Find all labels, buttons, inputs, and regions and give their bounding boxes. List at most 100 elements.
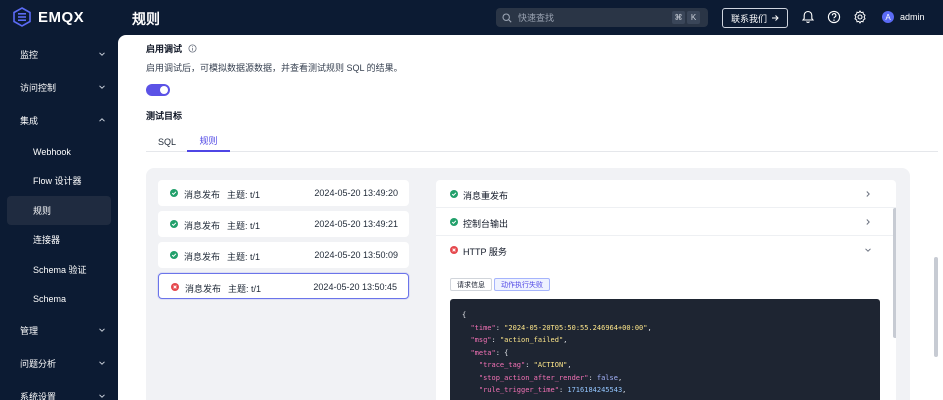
action-name: HTTP 服务 — [463, 247, 507, 257]
sidebar-item-connectors[interactable]: 连接器 — [7, 225, 111, 254]
sidebar-group-access-control[interactable]: 访问控制 — [0, 76, 118, 98]
log-topic: 主题: t/1 — [227, 221, 261, 231]
search-box[interactable]: 快速查找 ⌘ K — [496, 8, 708, 27]
debug-toggle[interactable] — [146, 84, 170, 96]
chevron-down-icon — [99, 328, 105, 332]
error-icon — [450, 246, 458, 254]
log-topic: 主题: t/1 — [227, 190, 261, 200]
log-item[interactable]: 消息发布 主题: t/1 2024-05-20 13:49:21 — [158, 211, 409, 237]
avatar[interactable]: A — [882, 11, 894, 23]
success-icon — [170, 189, 178, 197]
arrow-right-icon — [772, 15, 779, 21]
detail-scrollbar[interactable] — [893, 208, 896, 338]
log-time: 2024-05-20 13:49:20 — [314, 188, 398, 198]
bell-icon[interactable] — [801, 10, 815, 24]
sidebar-item-label: Schema — [33, 293, 67, 304]
sidebar-item-schema-validation[interactable]: Schema 验证 — [7, 255, 111, 284]
code-block[interactable]: { "time": "2024-05-20T05:50:55.246964+00… — [450, 299, 880, 400]
log-time: 2024-05-20 13:49:21 — [314, 219, 398, 229]
sidebar-group-label: 问题分析 — [20, 358, 57, 369]
log-topic: 主题: t/1 — [227, 252, 261, 262]
chevron-right-icon — [866, 191, 870, 197]
sidebar-item-label: 连接器 — [33, 235, 61, 245]
tab-action-failed[interactable]: 动作执行失败 — [494, 278, 550, 291]
shortcut-k-key: K — [687, 11, 700, 24]
sidebar-group-monitor[interactable]: 监控 — [0, 43, 118, 65]
action-name: 控制台输出 — [463, 219, 509, 229]
action-row-http[interactable]: HTTP 服务 — [436, 236, 896, 264]
debug-description: 启用调试后，可模拟数据源数据，并查看测试规则 SQL 的结果。 — [146, 63, 403, 73]
sidebar-item-rules[interactable]: 规则 — [7, 196, 111, 225]
detail-tabs: 请求信息 动作执行失败 — [450, 278, 550, 291]
code-msg-value: action_failed — [504, 336, 559, 344]
error-icon — [171, 283, 179, 291]
chevron-down-icon — [99, 394, 105, 398]
log-topic: 主题: t/1 — [228, 284, 262, 294]
success-icon — [170, 220, 178, 228]
page-scrollbar[interactable] — [934, 257, 938, 357]
log-time: 2024-05-20 13:50:09 — [314, 250, 398, 260]
code-time-value: 2024-05-20T05:50:55.246964+00:00 — [508, 323, 644, 332]
search-placeholder: 快速查找 — [518, 13, 555, 23]
success-icon — [450, 218, 458, 226]
log-item[interactable]: 消息发布 主题: t/1 2024-05-20 13:49:20 — [158, 180, 409, 206]
gear-icon[interactable] — [853, 10, 867, 24]
tab-request-info[interactable]: 请求信息 — [450, 278, 492, 291]
chevron-down-icon — [865, 248, 871, 252]
code-line: "meta": { — [470, 348, 509, 357]
search-icon — [502, 12, 512, 23]
action-row-console[interactable]: 控制台输出 — [436, 208, 896, 236]
chevron-down-icon — [99, 52, 105, 56]
action-name: 消息重发布 — [463, 191, 509, 201]
code-line: "rule_trigger_time": 1716184245543, — [478, 386, 627, 394]
action-detail-panel: 消息重发布 控制台输出 HTTP 服务 请求信息 动作执行失败 { "time"… — [436, 180, 896, 400]
top-bar: EMQX 规则 快速查找 ⌘ K 联系我们 A admin — [0, 0, 943, 35]
main-content: 启用调试 启用调试后，可模拟数据源数据，并查看测试规则 SQL 的结果。 测试目… — [118, 35, 943, 400]
debug-label-text: 启用调试 — [146, 44, 183, 54]
sidebar-group-label: 访问控制 — [20, 82, 57, 93]
sidebar-item-label: 规则 — [33, 206, 52, 216]
brand-logo[interactable]: EMQX — [12, 7, 84, 27]
sidebar-group-label: 集成 — [20, 115, 39, 126]
sidebar-group-system-settings[interactable]: 系统设置 — [0, 385, 118, 400]
contact-us-label: 联系我们 — [730, 13, 767, 24]
chevron-right-icon — [866, 219, 870, 225]
tab-sql[interactable]: SQL — [146, 131, 188, 152]
sidebar-item-webhook[interactable]: Webhook — [7, 137, 111, 166]
log-item[interactable]: 消息发布 主题: t/1 2024-05-20 13:50:09 — [158, 242, 409, 268]
page-title: 规则 — [132, 11, 160, 27]
shortcut-mod-key: ⌘ — [672, 11, 685, 24]
brand-name: EMQX — [38, 8, 85, 26]
code-line: "time": "2024-05-20T05:50:55.246964+00:0… — [470, 323, 652, 332]
sidebar-item-label: Schema 验证 — [33, 265, 87, 275]
user-name[interactable]: admin — [900, 12, 925, 22]
log-label: 消息发布 — [185, 284, 222, 294]
contact-us-button[interactable]: 联系我们 — [722, 8, 788, 28]
action-row-republish[interactable]: 消息重发布 — [436, 180, 896, 208]
sidebar-group-diagnose[interactable]: 问题分析 — [0, 352, 118, 374]
chevron-down-icon — [99, 85, 105, 89]
log-item-selected[interactable]: 消息发布 主题: t/1 2024-05-20 13:50:45 — [158, 273, 409, 299]
sidebar-item-label: Flow 设计器 — [33, 176, 82, 186]
test-target-tabs: SQL 规则 — [146, 131, 938, 152]
chevron-up-icon — [99, 118, 105, 122]
tab-rules[interactable]: 规则 — [187, 131, 230, 152]
log-label: 消息发布 — [184, 221, 221, 231]
sidebar-item-label: Webhook — [33, 146, 71, 157]
log-time: 2024-05-20 13:50:45 — [313, 282, 397, 292]
log-label: 消息发布 — [184, 190, 221, 200]
info-icon[interactable] — [188, 44, 197, 53]
code-line: "msg": "action_failed", — [470, 336, 568, 344]
log-label: 消息发布 — [184, 252, 221, 262]
emqx-logo-icon — [13, 7, 31, 27]
sidebar-item-schema[interactable]: Schema — [7, 284, 111, 313]
code-line: { — [462, 311, 467, 319]
sidebar-group-label: 管理 — [20, 325, 39, 336]
sidebar-group-integration[interactable]: 集成 — [0, 109, 118, 131]
success-icon — [450, 190, 458, 198]
code-stop-action-value: false — [596, 373, 618, 382]
sidebar-item-flow-designer[interactable]: Flow 设计器 — [7, 166, 111, 195]
sidebar-group-management[interactable]: 管理 — [0, 319, 118, 341]
help-icon[interactable] — [827, 10, 841, 24]
sidebar: 监控 访问控制 集成 Webhook Flow 设计器 规则 连接器 Schem… — [0, 35, 118, 400]
